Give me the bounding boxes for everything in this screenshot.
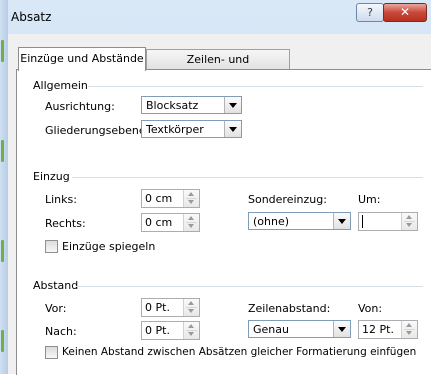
- ausrichtung-dropdown[interactable]: Blocksatz: [141, 96, 242, 114]
- ausrichtung-value: Blocksatz: [146, 99, 199, 112]
- nach-spinner[interactable]: 0 Pt.: [141, 321, 200, 340]
- zeilenabstand-dropdown[interactable]: Genau: [248, 320, 351, 338]
- gliederungsebene-value: Textkörper: [146, 123, 204, 136]
- einzuege-spiegeln-checkbox[interactable]: [45, 240, 58, 253]
- rechts-label: Rechts:: [45, 217, 86, 230]
- spinner-buttons[interactable]: [401, 213, 417, 230]
- spin-up-icon[interactable]: [188, 301, 194, 305]
- gliederungsebene-dropdown[interactable]: Textkörper: [141, 120, 242, 138]
- spin-down-icon[interactable]: [188, 332, 194, 336]
- tab-label: Einzüge und Abstände: [20, 52, 144, 65]
- vor-spinner[interactable]: 0 Pt.: [141, 298, 200, 317]
- links-value: 0 cm: [145, 192, 173, 205]
- keinen-abstand-checkbox[interactable]: [45, 346, 58, 359]
- keinen-abstand-label[interactable]: Keinen Abstand zwischen Absätzen gleiche…: [62, 346, 416, 358]
- section-heading-einzug: Einzug: [33, 170, 70, 183]
- spin-down-icon[interactable]: [188, 200, 194, 204]
- spinner-buttons[interactable]: [183, 322, 199, 339]
- spinner-divider: [186, 330, 197, 331]
- tab-einzuege-und-abstaende[interactable]: Einzüge und Abstände: [18, 47, 146, 71]
- von-value: 12 Pt.: [362, 323, 394, 336]
- tab-zeilen-und-seitenumbruch[interactable]: Zeilen- und Seitenumbruch: [146, 49, 290, 86]
- gliederungsebene-label: Gliederungsebene:: [45, 124, 150, 137]
- spin-up-icon[interactable]: [188, 216, 194, 220]
- sondereinzug-label: Sondereinzug:: [248, 193, 327, 206]
- title-bar[interactable]: Absatz ? ✕: [0, 0, 431, 34]
- rechts-value: 0 cm: [145, 216, 173, 229]
- help-button[interactable]: ?: [356, 3, 384, 22]
- nach-value: 0 Pt.: [145, 324, 170, 337]
- links-spinner[interactable]: 0 cm: [141, 189, 200, 208]
- close-button[interactable]: ✕: [383, 3, 427, 22]
- chevron-down-icon[interactable]: [333, 213, 350, 229]
- spinner-buttons[interactable]: [183, 299, 199, 316]
- chevron-down-icon[interactable]: [333, 321, 350, 337]
- um-label: Um:: [358, 193, 381, 206]
- von-spinner[interactable]: 12 Pt.: [358, 320, 418, 339]
- text-caret: [362, 215, 363, 228]
- spin-down-icon[interactable]: [406, 331, 412, 335]
- sondereinzug-dropdown[interactable]: (ohne): [248, 212, 351, 230]
- spin-down-icon[interactable]: [188, 224, 194, 228]
- rechts-spinner[interactable]: 0 cm: [141, 213, 200, 232]
- border-highlight: [1, 40, 4, 62]
- section-divider: [76, 286, 423, 287]
- spin-down-icon[interactable]: [406, 223, 412, 227]
- spinner-buttons[interactable]: [183, 214, 199, 231]
- spin-up-icon[interactable]: [406, 215, 412, 219]
- vor-value: 0 Pt.: [145, 301, 170, 314]
- spin-up-icon[interactable]: [188, 324, 194, 328]
- help-icon: ?: [367, 6, 373, 19]
- spinner-buttons[interactable]: [183, 190, 199, 207]
- einzuege-spiegeln-label[interactable]: Einzüge spiegeln: [62, 240, 155, 253]
- section-divider: [72, 177, 423, 178]
- spin-down-icon[interactable]: [188, 309, 194, 313]
- spin-up-icon[interactable]: [188, 192, 194, 196]
- border-highlight: [1, 240, 4, 262]
- zeilenabstand-value: Genau: [253, 323, 289, 336]
- section-heading-abstand: Abstand: [33, 279, 79, 292]
- von-label: Von:: [358, 302, 383, 315]
- zeilenabstand-label: Zeilenabstand:: [248, 302, 331, 315]
- spinner-divider: [186, 198, 197, 199]
- section-heading-allgemein: Allgemein: [33, 79, 88, 92]
- sondereinzug-value: (ohne): [253, 215, 290, 228]
- ausrichtung-label: Ausrichtung:: [45, 100, 115, 113]
- vor-label: Vor:: [45, 302, 67, 315]
- spinner-buttons[interactable]: [401, 321, 417, 338]
- links-label: Links:: [45, 193, 77, 206]
- spin-up-icon[interactable]: [406, 323, 412, 327]
- spinner-divider: [404, 221, 415, 222]
- border-highlight: [1, 140, 4, 162]
- chevron-down-icon[interactable]: [224, 97, 241, 113]
- nach-label: Nach:: [45, 325, 77, 338]
- border-highlight: [1, 330, 4, 352]
- spinner-divider: [186, 222, 197, 223]
- section-divider: [88, 86, 423, 87]
- spinner-divider: [404, 329, 415, 330]
- close-icon: ✕: [399, 5, 411, 19]
- spinner-divider: [186, 307, 197, 308]
- um-spinner[interactable]: [358, 212, 418, 231]
- window-title: Absatz: [11, 10, 52, 24]
- window-left-border: [0, 0, 8, 374]
- paragraph-dialog: Absatz ? ✕ Einzüge und Abstände Zeilen- …: [0, 0, 431, 375]
- chevron-down-icon[interactable]: [224, 121, 241, 137]
